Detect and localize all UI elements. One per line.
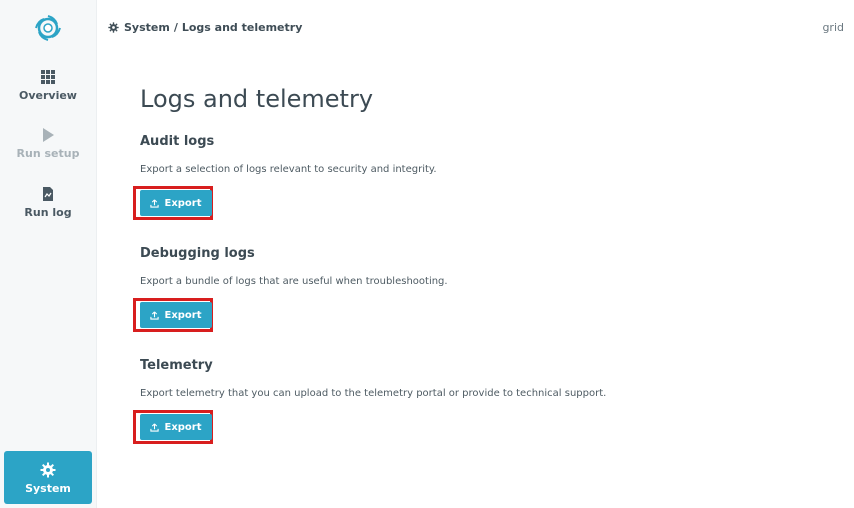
export-telemetry-button[interactable]: Export	[140, 414, 212, 440]
sidebar-item-run-setup[interactable]: Run setup	[0, 127, 96, 160]
page-title: Logs and telemetry	[140, 85, 374, 113]
section-debugging-logs: Debugging logs Export a bundle of logs t…	[133, 245, 840, 332]
sidebar-item-label: Overview	[19, 89, 77, 102]
breadcrumb-current: Logs and telemetry	[181, 21, 303, 34]
section-title: Audit logs	[140, 134, 215, 149]
export-debugging-logs-button[interactable]: Export	[140, 302, 212, 328]
section-title: Debugging logs	[140, 246, 255, 261]
sidebar-item-label: System	[25, 482, 71, 495]
export-button-label: Export	[164, 197, 202, 209]
breadcrumb: System / Logs and telemetry	[108, 21, 302, 34]
header-right-text[interactable]: grid	[822, 21, 844, 34]
upload-icon	[150, 423, 160, 432]
spiral-logo-icon[interactable]	[33, 13, 63, 43]
export-audit-logs-button[interactable]: Export	[140, 190, 212, 216]
upload-icon	[150, 199, 160, 208]
gear-icon	[40, 462, 56, 478]
sidebar-item-label: Run setup	[16, 147, 80, 160]
play-icon	[43, 128, 54, 142]
grid-icon	[41, 70, 55, 84]
sidebar-item-run-log[interactable]: Run log	[0, 186, 96, 219]
sidebar-item-overview[interactable]: Overview	[0, 69, 96, 102]
sidebar-item-system[interactable]: System	[4, 451, 92, 504]
sidebar: Overview Run setup Run log System	[0, 0, 97, 508]
section-telemetry: Telemetry Export telemetry that you can …	[133, 357, 840, 444]
export-button-label: Export	[164, 309, 202, 321]
export-button-label: Export	[164, 421, 202, 433]
upload-icon	[150, 311, 160, 320]
document-icon	[43, 187, 53, 201]
section-title: Telemetry	[140, 358, 213, 373]
breadcrumb-root[interactable]: System	[124, 21, 170, 34]
sidebar-item-label: Run log	[24, 206, 72, 219]
breadcrumb-separator: /	[173, 21, 178, 34]
section-audit-logs: Audit logs Export a selection of logs re…	[133, 133, 840, 220]
section-description: Export a selection of logs relevant to s…	[140, 164, 437, 175]
section-description: Export telemetry that you can upload to …	[140, 388, 607, 399]
gear-icon	[108, 22, 119, 33]
section-description: Export a bundle of logs that are useful …	[140, 276, 448, 287]
